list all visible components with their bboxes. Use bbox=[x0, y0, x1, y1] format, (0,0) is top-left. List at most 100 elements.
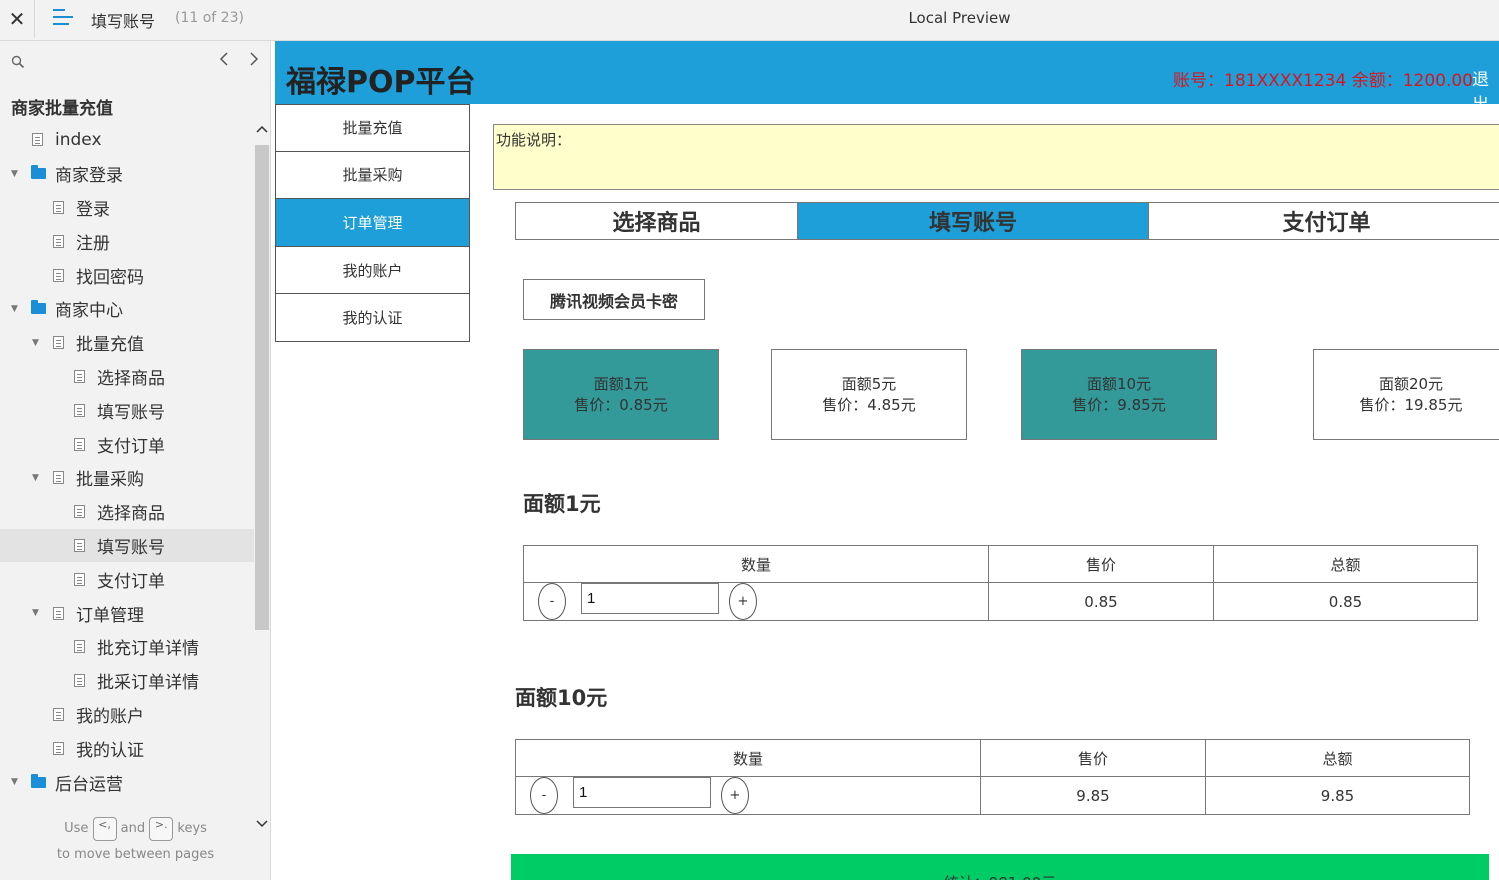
header-total: 总额 bbox=[1330, 556, 1361, 574]
denomination-card-20[interactable]: 面额20元 售价：19.85元 bbox=[1313, 349, 1499, 440]
sidebar-item[interactable]: 选择商品 bbox=[0, 495, 254, 529]
sidebar-item-label: 找回密码 bbox=[76, 267, 144, 288]
denomination-face: 面额20元 bbox=[1378, 374, 1444, 393]
sidebar-item-label: 填写账号 bbox=[97, 402, 165, 423]
caret-down-icon[interactable]: ▼ bbox=[32, 608, 39, 618]
sidebar-item-label: 支付订单 bbox=[97, 436, 165, 457]
quantity-stepper: - + bbox=[516, 777, 981, 814]
step-select-product: 选择商品 bbox=[515, 202, 798, 240]
price-value: 9.85 bbox=[981, 777, 1206, 814]
folder-icon bbox=[31, 165, 46, 180]
sidebar-item-label: 批充订单详情 bbox=[97, 639, 199, 660]
product-name-tag: 腾讯视频会员卡密 bbox=[523, 279, 705, 320]
sidebar-item-label: 支付订单 bbox=[97, 571, 165, 592]
page-icon bbox=[74, 505, 85, 519]
hint-use: Use bbox=[64, 821, 89, 836]
total-value: 0.85 bbox=[1328, 592, 1363, 611]
sidebar-item[interactable]: 支付订单 bbox=[0, 427, 254, 461]
quantity-input[interactable] bbox=[581, 583, 719, 614]
nav-my-certification[interactable]: 我的认证 bbox=[275, 294, 470, 342]
quantity-table: 数量 售价 总额 - + 9.85 9.85 bbox=[515, 739, 1470, 815]
caret-down-icon[interactable]: ▼ bbox=[11, 304, 18, 314]
sidebar-item[interactable]: 批充订单详情 bbox=[0, 630, 254, 664]
sidebar-item[interactable]: 我的账户 bbox=[0, 698, 254, 732]
denomination-face: 面额1元 bbox=[593, 374, 649, 393]
header-price: 售价 bbox=[989, 546, 1214, 583]
plus-button[interactable]: + bbox=[729, 583, 757, 620]
nav-batch-recharge[interactable]: 批量充值 bbox=[275, 104, 470, 152]
caret-down-icon[interactable]: ▼ bbox=[32, 338, 39, 348]
denomination-face: 面额5元 bbox=[841, 374, 897, 393]
quantity-input[interactable] bbox=[573, 777, 711, 808]
sidebar-item[interactable]: ▼ 商家登录 bbox=[0, 157, 254, 191]
header-quantity: 数量 bbox=[516, 740, 981, 777]
sidebar-item[interactable]: ▼ 后台运营 bbox=[0, 765, 254, 799]
sitemap-tree: index ▼ 商家登录 登录 注册 找回密码 ▼ 商家中心 ▼ 批量充值 选择商品 填写账号 支付订单… bbox=[0, 123, 254, 799]
sidebar-item[interactable]: 注册 bbox=[0, 224, 254, 258]
denomination-price: 售价：4.85元 bbox=[822, 395, 916, 414]
sidebar-item[interactable]: 找回密码 bbox=[0, 258, 254, 292]
sidebar-item[interactable]: 填写账号 bbox=[0, 528, 254, 563]
sidebar-item[interactable]: ▼ 订单管理 bbox=[0, 596, 254, 630]
minus-button[interactable]: - bbox=[530, 777, 558, 814]
page-icon bbox=[74, 369, 85, 383]
sidebar-item-label: 选择商品 bbox=[97, 368, 165, 389]
caret-down-icon[interactable]: ▼ bbox=[11, 169, 18, 179]
sidebar-item[interactable]: ▼ 批量采购 bbox=[0, 461, 254, 495]
hint-and: and bbox=[120, 821, 146, 836]
page-icon bbox=[53, 741, 64, 755]
chevron-left-icon[interactable] bbox=[219, 51, 229, 71]
sidebar-item[interactable]: 登录 bbox=[0, 191, 254, 225]
denomination-card-10[interactable]: 面额10元 售价：9.85元 bbox=[1021, 349, 1217, 440]
page-icon bbox=[53, 606, 64, 620]
project-name: 商家批量充值 bbox=[11, 99, 113, 119]
sidebar-item[interactable]: 填写账号 bbox=[0, 393, 254, 427]
sidebar-item[interactable]: index bbox=[0, 123, 254, 157]
denomination-card-5[interactable]: 面额5元 售价：4.85元 bbox=[771, 349, 967, 440]
sidebar-item[interactable]: ▼ 批量充值 bbox=[0, 326, 254, 360]
table-header-row: 数量 售价 总额 bbox=[524, 546, 1477, 583]
table-header-row: 数量 售价 总额 bbox=[516, 740, 1469, 777]
sidebar-item[interactable]: ▼ 商家中心 bbox=[0, 292, 254, 326]
sidebar-item[interactable]: 批采订单详情 bbox=[0, 664, 254, 698]
function-description: 功能说明： bbox=[493, 124, 1499, 190]
sidebar-item[interactable]: 支付订单 bbox=[0, 562, 254, 596]
page-icon bbox=[53, 200, 64, 214]
plus-button[interactable]: + bbox=[721, 777, 749, 814]
search-icon[interactable] bbox=[11, 55, 25, 73]
quantity-stepper: - + bbox=[524, 583, 989, 620]
sidebar-item-label: 填写账号 bbox=[97, 537, 165, 558]
nav-order-management[interactable]: 订单管理 bbox=[275, 199, 470, 247]
denomination-card-1[interactable]: 面额1元 售价：0.85元 bbox=[523, 349, 719, 440]
header-price: 售价 bbox=[981, 740, 1206, 777]
scroll-up-icon[interactable] bbox=[256, 123, 268, 137]
preview-toolbar: ✕ 填写账号 (11 of 23) Local Preview bbox=[0, 0, 1499, 41]
caret-down-icon[interactable]: ▼ bbox=[32, 473, 39, 483]
nav-my-account[interactable]: 我的账户 bbox=[275, 246, 470, 295]
keyboard-hint: Use <, and >. keys to move between pages bbox=[0, 816, 271, 868]
account-info: 账号：181XXXX1234 余额：1200.00 bbox=[1173, 71, 1473, 91]
caret-down-icon[interactable]: ▼ bbox=[11, 777, 18, 787]
minus-button[interactable]: - bbox=[538, 583, 566, 620]
hint-line2: to move between pages bbox=[56, 847, 215, 862]
sidebar-item-label: 后台运营 bbox=[55, 774, 123, 795]
chevron-right-icon[interactable] bbox=[249, 51, 259, 71]
scrollbar-thumb[interactable] bbox=[255, 145, 269, 630]
sidebar-item-label: 批量采购 bbox=[76, 470, 144, 491]
page-icon bbox=[53, 707, 64, 721]
sidebar-item[interactable]: 选择商品 bbox=[0, 360, 254, 394]
sitemap-sidebar: 商家批量充值 index ▼ 商家登录 登录 注册 找回密码 ▼ 商家中心 ▼ 批量充值 选择商品填… bbox=[0, 41, 271, 880]
nav-batch-purchase[interactable]: 批量采购 bbox=[275, 151, 470, 200]
logout-link[interactable]: 退出 bbox=[1472, 65, 1499, 115]
sidebar-item[interactable]: 我的认证 bbox=[0, 731, 254, 765]
prev-key-icon: <, bbox=[92, 816, 117, 841]
sidebar-scrollbar[interactable] bbox=[255, 123, 269, 828]
table-row: - + 9.85 9.85 bbox=[516, 777, 1469, 814]
denomination-price: 售价：9.85元 bbox=[1072, 395, 1166, 414]
total-value: 9.85 bbox=[1320, 786, 1355, 805]
quantity-table: 数量 售价 总额 - + 0.85 0.85 bbox=[523, 545, 1478, 621]
total-summary-bar: 统计：981.00元 bbox=[511, 854, 1489, 880]
sidebar-item-label: 商家中心 bbox=[55, 301, 123, 322]
section-title: 面额10元 bbox=[515, 686, 608, 710]
sidebar-item-label: index bbox=[55, 129, 102, 150]
